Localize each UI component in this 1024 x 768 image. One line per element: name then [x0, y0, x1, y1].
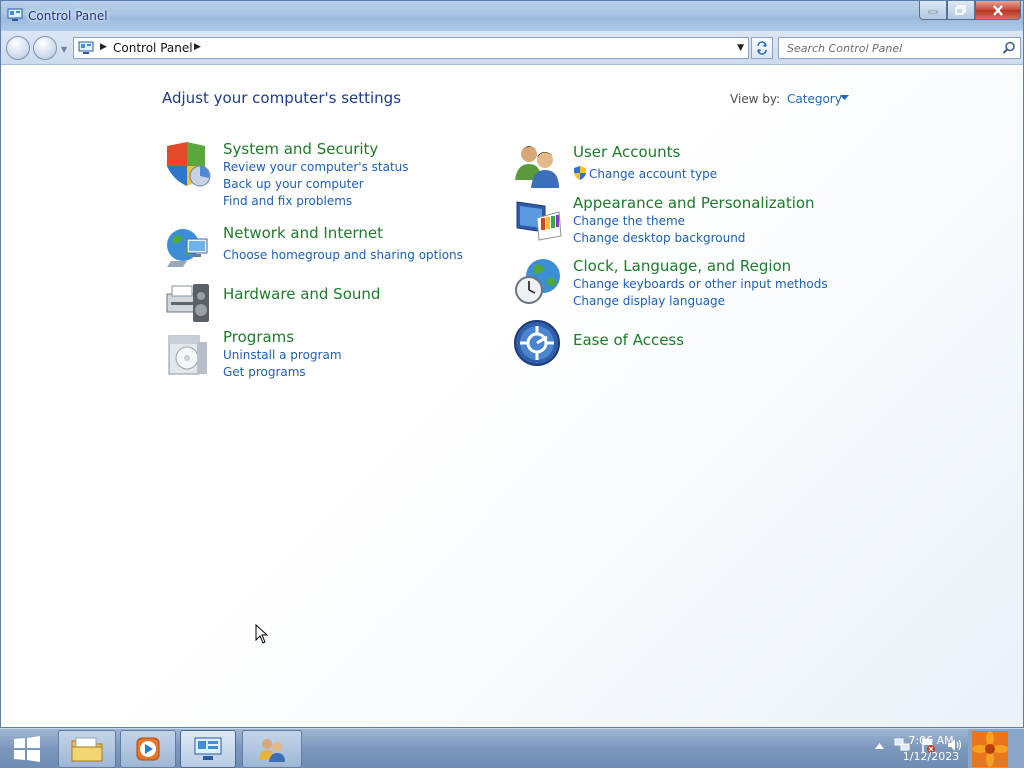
window-title: Control Panel [28, 9, 108, 23]
restore-icon [955, 5, 966, 15]
category-title-clock-language[interactable]: Clock, Language, and Region [573, 257, 791, 275]
category-title-programs[interactable]: Programs [223, 328, 294, 346]
windows-logo-icon [14, 736, 40, 762]
address-dropdown-icon[interactable]: ▼ [737, 43, 744, 53]
navigation-bar: ▼ ▶ Control Panel ▶ ▼ [1, 31, 1023, 65]
taskbar: 7:06 AM 1/12/2023 [0, 728, 1024, 768]
show-hidden-icons-icon[interactable] [875, 742, 884, 749]
search-box[interactable] [778, 37, 1021, 59]
mouse-cursor-icon [255, 624, 269, 644]
link-change-display-language[interactable]: Change display language [573, 294, 725, 308]
clock-date: 1/12/2023 [902, 750, 960, 763]
link-homegroup[interactable]: Choose homegroup and sharing options [223, 248, 463, 262]
refresh-button[interactable] [751, 37, 773, 59]
link-review-status[interactable]: Review your computer's status [223, 160, 409, 174]
control-panel-icon [194, 737, 222, 760]
link-change-keyboards[interactable]: Change keyboards or other input methods [573, 277, 828, 291]
minimize-button[interactable] [919, 1, 947, 20]
clock-globe-icon[interactable] [513, 256, 563, 306]
category-title-network-internet[interactable]: Network and Internet [223, 224, 383, 242]
users-icon[interactable] [513, 140, 563, 190]
appearance-monitor-icon[interactable] [513, 196, 563, 246]
search-input[interactable] [787, 40, 997, 56]
search-icon[interactable] [1002, 41, 1016, 55]
refresh-icon [757, 41, 767, 55]
programs-box-icon[interactable] [163, 328, 213, 378]
window-controls [919, 1, 1021, 20]
view-by-label: View by: [730, 92, 781, 106]
link-get-programs[interactable]: Get programs [223, 365, 306, 379]
control-panel-window: Control Panel ▼ ▶ Control Panel ▶ ▼ Sear… [0, 0, 1024, 728]
minimize-icon [928, 10, 938, 14]
flower-picture-icon [968, 729, 1024, 768]
close-icon [993, 4, 1003, 16]
category-title-system-security[interactable]: System and Security [223, 140, 378, 158]
link-back-up[interactable]: Back up your computer [223, 177, 364, 191]
link-uninstall[interactable]: Uninstall a program [223, 348, 342, 362]
breadcrumb-arrow-icon[interactable]: ▶ [194, 42, 201, 52]
link-change-background[interactable]: Change desktop background [573, 231, 745, 245]
link-find-fix[interactable]: Find and fix problems [223, 194, 352, 208]
recent-pages-dropdown[interactable]: ▼ [61, 45, 67, 54]
start-button[interactable] [4, 731, 50, 767]
media-player-icon [136, 737, 160, 761]
taskbar-explorer-button[interactable] [58, 730, 116, 768]
chevron-down-icon[interactable] [840, 95, 849, 101]
breadcrumb-arrow-icon[interactable]: ▶ [100, 42, 107, 52]
taskbar-users-button[interactable] [242, 730, 302, 768]
category-title-hardware-sound[interactable]: Hardware and Sound [223, 285, 380, 303]
link-change-account-type[interactable]: Change account type [589, 167, 717, 181]
category-title-ease-of-access[interactable]: Ease of Access [573, 331, 684, 349]
users-icon [259, 739, 285, 762]
shield-icon[interactable] [163, 140, 213, 190]
clock-time: 7:06 AM [908, 734, 954, 747]
link-change-theme[interactable]: Change the theme [573, 214, 685, 228]
printer-speaker-icon[interactable] [163, 274, 213, 324]
category-title-appearance[interactable]: Appearance and Personalization [573, 194, 815, 212]
title-bar[interactable]: Control Panel [1, 1, 1023, 31]
network-globe-icon[interactable] [163, 223, 213, 273]
view-by-dropdown[interactable]: Category [787, 92, 842, 106]
control-panel-icon [78, 41, 94, 54]
close-button[interactable] [975, 1, 1021, 20]
restore-button[interactable] [947, 1, 975, 20]
category-title-user-accounts[interactable]: User Accounts [573, 143, 680, 161]
taskbar-media-player-button[interactable] [120, 730, 176, 768]
page-title: Adjust your computer's settings [162, 89, 402, 107]
folder-icon [71, 737, 103, 762]
taskbar-control-panel-button[interactable] [180, 730, 236, 768]
uac-shield-icon [574, 166, 586, 180]
forward-button[interactable] [33, 36, 57, 60]
user-picture-tile[interactable] [968, 729, 1024, 768]
back-button[interactable] [6, 36, 30, 60]
breadcrumb-control-panel[interactable]: Control Panel [113, 41, 193, 55]
main-content: Adjust your computer's settings View by:… [1, 66, 1023, 727]
address-bar[interactable]: ▶ Control Panel ▶ ▼ [73, 37, 749, 59]
control-panel-icon [7, 8, 23, 21]
ease-of-access-icon[interactable] [513, 319, 563, 369]
taskbar-clock[interactable]: 7:06 AM 1/12/2023 [896, 733, 966, 765]
